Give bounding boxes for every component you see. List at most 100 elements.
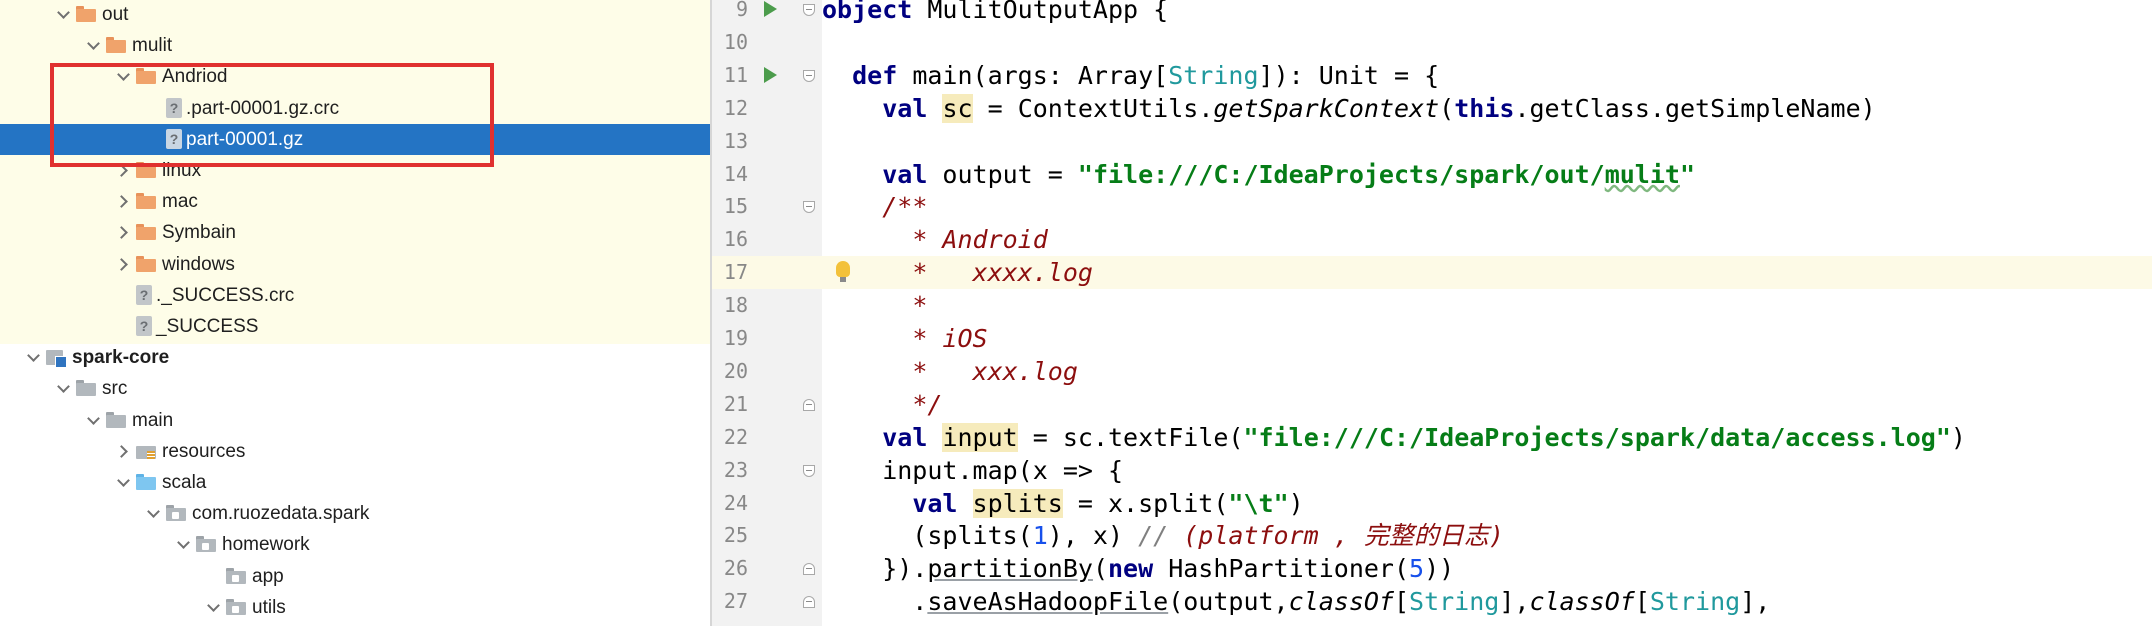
tree-item-label: app xyxy=(252,565,284,587)
code-line[interactable]: * xxxx.log xyxy=(822,256,2152,290)
fold-marker-icon[interactable] xyxy=(803,563,815,576)
gutter-line: 21 xyxy=(712,388,822,421)
chevron-right-icon[interactable] xyxy=(116,217,132,248)
code-text: }).partitionBy(new HashPartitioner(5)) xyxy=(822,554,1455,584)
fold-marker-icon[interactable] xyxy=(803,398,815,411)
chevron-down-icon[interactable] xyxy=(146,498,162,529)
tree-item-label: _SUCCESS xyxy=(156,316,259,337)
folder-orange-icon xyxy=(136,162,156,178)
tree-item[interactable]: linux xyxy=(0,155,710,186)
gutter-line: 12 xyxy=(712,92,822,125)
chevron-down-icon[interactable] xyxy=(26,342,42,373)
run-icon[interactable] xyxy=(764,1,777,17)
gutter-line: 18 xyxy=(712,289,822,322)
code-text: input.map(x => { xyxy=(822,455,1124,485)
code-line[interactable]: input.map(x => { xyxy=(822,454,2152,487)
code-line[interactable]: .saveAsHadoopFile(output,classOf[String]… xyxy=(822,585,2152,618)
folder-blue-icon xyxy=(136,474,156,490)
tree-item[interactable]: out xyxy=(0,0,710,30)
chevron-down-icon[interactable] xyxy=(116,61,132,92)
line-number: 17 xyxy=(723,260,748,285)
folder-orange-icon xyxy=(136,68,156,85)
code-line[interactable]: * xyxy=(822,289,2152,322)
chevron-down-icon[interactable] xyxy=(86,405,102,436)
chevron-down-icon[interactable] xyxy=(86,30,102,61)
code-line[interactable] xyxy=(822,125,2152,158)
code-line[interactable]: object MulitOutputApp { xyxy=(822,0,2152,26)
code-line[interactable]: */ xyxy=(822,388,2152,421)
fold-marker-icon[interactable] xyxy=(803,69,815,82)
code-text: (splits(1), x) // (platform , 完整的日志) xyxy=(822,521,1504,551)
code-line[interactable] xyxy=(822,26,2152,59)
tree-item[interactable]: ? ._SUCCESS.crc xyxy=(0,280,710,311)
tree-item[interactable]: windows xyxy=(0,249,710,280)
tree-item[interactable]: mac xyxy=(0,186,710,217)
code-line[interactable]: (splits(1), x) // (platform , 完整的日志) xyxy=(822,519,2152,552)
line-number: 9 xyxy=(735,0,748,21)
tree-item[interactable]: src xyxy=(0,373,710,404)
code-line[interactable]: val input = sc.textFile("file:///C:/Idea… xyxy=(822,421,2152,454)
code-line[interactable]: * Android xyxy=(822,223,2152,256)
fold-marker-icon[interactable] xyxy=(803,4,815,16)
unknown-file-icon: ? xyxy=(136,316,152,336)
tree-item[interactable]: ? _SUCCESS xyxy=(0,311,710,342)
gutter-line: 13 xyxy=(712,125,822,158)
tree-item[interactable]: utils xyxy=(0,592,710,623)
chevron-down-icon[interactable] xyxy=(56,373,72,404)
chevron-right-icon[interactable] xyxy=(116,155,132,186)
editor-gutter[interactable]: 9 10 11 12 13 14 15 16 17 18 19 20 21 22 23 24 25 26 27 xyxy=(712,0,822,626)
chevron-right-icon[interactable] xyxy=(116,186,132,217)
tree-item[interactable]: Andriod xyxy=(0,61,710,92)
code-text: val input = sc.textFile("file:///C:/Idea… xyxy=(882,422,1966,452)
project-tree[interactable]: out mulit Andriod? .part-00001.gz.crc? part-… xyxy=(0,0,710,626)
chevron-down-icon[interactable] xyxy=(56,0,72,30)
fold-marker-icon[interactable] xyxy=(803,464,815,477)
chevron-down-icon[interactable] xyxy=(116,467,132,498)
line-number: 19 xyxy=(723,326,748,350)
tree-item[interactable]: main xyxy=(0,405,710,436)
code-line[interactable]: }).partitionBy(new HashPartitioner(5)) xyxy=(822,552,2152,585)
tree-item-label: homework xyxy=(222,534,310,556)
gutter-line: 19 xyxy=(712,322,822,355)
folder-gray-icon xyxy=(76,380,96,397)
fold-marker-icon[interactable] xyxy=(803,201,815,214)
tree-item[interactable]: resources xyxy=(0,436,710,467)
tree-item[interactable]: spark-core xyxy=(0,342,710,373)
chevron-down-icon[interactable] xyxy=(176,529,192,560)
tree-item[interactable]: scala xyxy=(0,467,710,498)
code-text: * xyxy=(882,291,928,321)
run-icon[interactable] xyxy=(764,66,777,83)
code-line[interactable]: /** xyxy=(822,190,2152,223)
code-line[interactable]: val splits = x.split("\t") xyxy=(822,487,2152,520)
gutter-line: 14 xyxy=(712,158,822,191)
code-line[interactable]: * iOS xyxy=(822,322,2152,355)
tree-item-label: resources xyxy=(162,440,246,462)
line-number: 20 xyxy=(723,358,748,383)
tree-item[interactable]: com.ruozedata.spark xyxy=(0,498,710,529)
tree-item[interactable]: homework xyxy=(0,529,710,560)
tree-item[interactable]: mulit xyxy=(0,30,710,61)
gutter-line: 25 xyxy=(712,519,822,552)
code-line[interactable]: val output = "file:///C:/IdeaProjects/sp… xyxy=(822,158,2152,191)
line-number: 16 xyxy=(723,227,748,252)
tree-item[interactable]: app xyxy=(0,561,710,592)
code-text: /** xyxy=(882,192,928,222)
gutter-line: 22 xyxy=(712,421,822,454)
code-line[interactable]: def main(args: Array[String]): Unit = { xyxy=(822,59,2152,92)
chevron-right-icon[interactable] xyxy=(116,249,132,280)
tree-item-label: utils xyxy=(252,596,286,618)
tree-item[interactable]: Symbain xyxy=(0,217,710,248)
chevron-down-icon[interactable] xyxy=(206,592,222,623)
tree-item[interactable]: ? part-00001.gz xyxy=(0,123,710,155)
folder-orange-icon xyxy=(136,224,156,241)
folder-orange-icon xyxy=(136,193,156,210)
code-line[interactable]: * xxx.log xyxy=(822,355,2152,388)
code-editor[interactable]: object MulitOutputApp { def main(args: A… xyxy=(822,0,2152,626)
chevron-right-icon[interactable] xyxy=(116,436,132,467)
tree-item[interactable]: ? .part-00001.gz.crc xyxy=(0,93,710,124)
code-line[interactable]: val sc = ContextUtils.getSparkContext(th… xyxy=(822,92,2152,125)
line-number: 13 xyxy=(723,128,748,153)
tree-item-label: mac xyxy=(162,191,198,213)
fold-marker-icon[interactable] xyxy=(803,596,815,609)
line-number: 22 xyxy=(723,424,748,449)
